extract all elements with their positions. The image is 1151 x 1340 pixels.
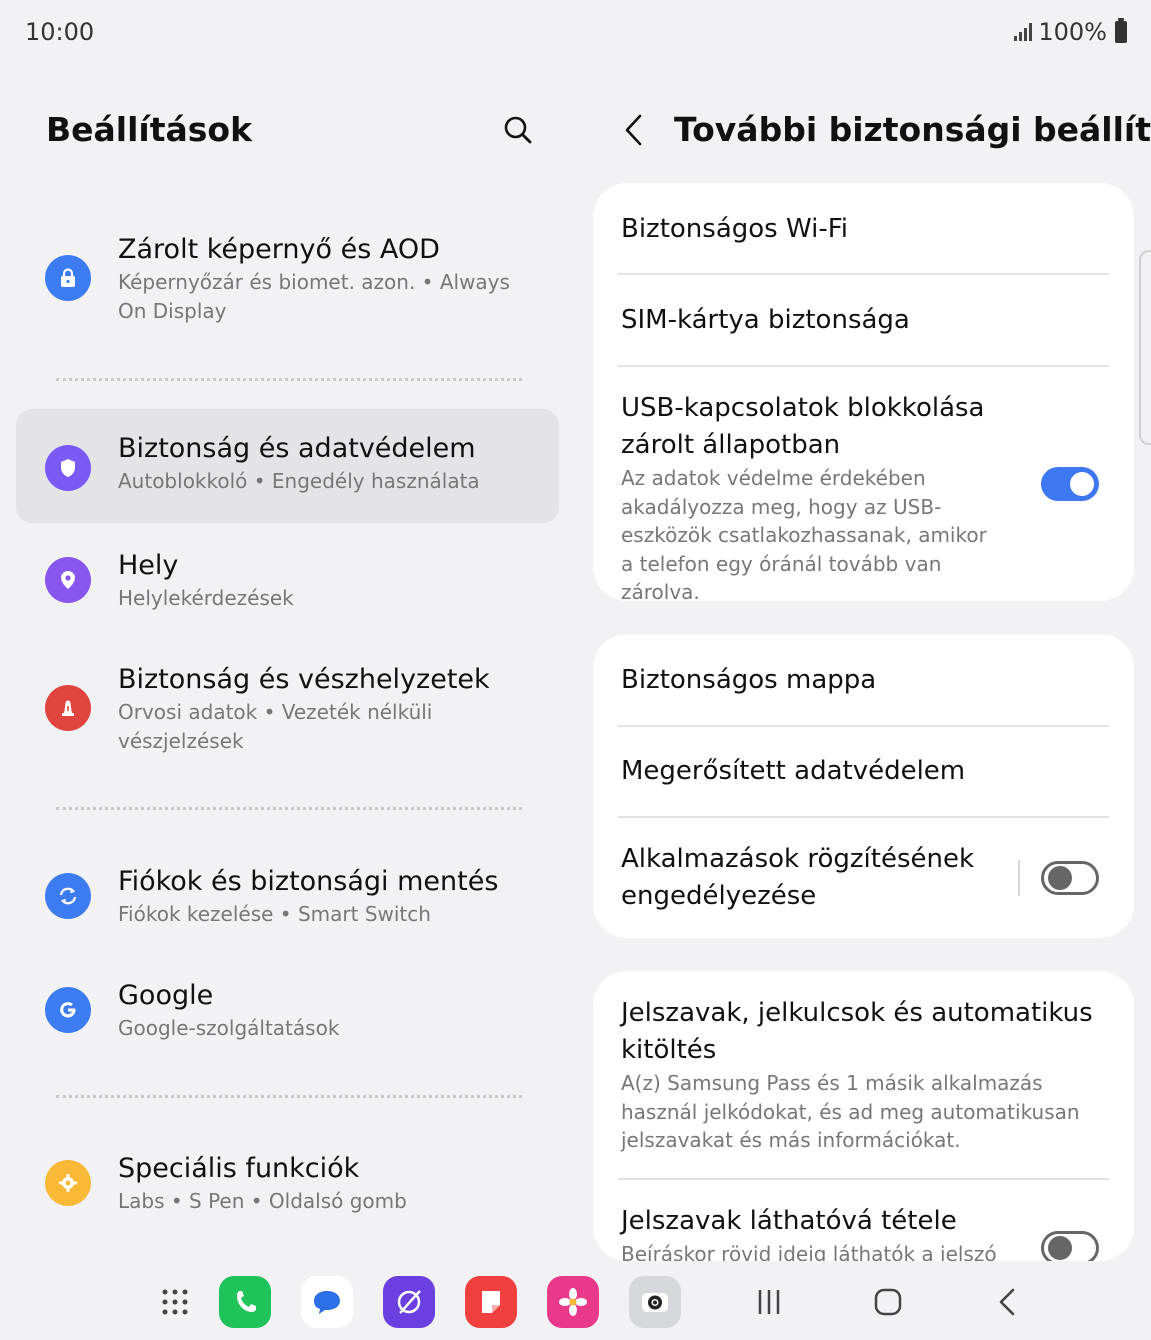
home-icon[interactable] — [870, 1284, 906, 1320]
settings-item-title: Fiókok és biztonsági mentés — [118, 866, 499, 897]
security-card-1: Biztonságos Wi-Fi SIM-kártya biztonsága … — [593, 183, 1134, 601]
passwords-autofill-item[interactable]: Jelszavak, jelkulcsok és automatikus kit… — [621, 995, 1104, 1155]
page-title: Beállítások — [46, 110, 253, 149]
settings-item-title: Speciális funkciók — [118, 1153, 360, 1184]
divider — [618, 816, 1109, 818]
settings-item-subtitle: Orvosi adatok • Vezeték nélküli vészjelz… — [118, 700, 433, 753]
google-icon — [45, 987, 91, 1033]
item-description: A(z) Samsung Pass és 1 másik alkalmazás … — [621, 1071, 1080, 1152]
divider — [618, 273, 1109, 275]
emergency-icon — [45, 685, 91, 731]
item-description: Az adatok védelme érdekében akadályozza … — [621, 466, 987, 601]
sim-security-item[interactable]: SIM-kártya biztonsága — [621, 302, 1110, 339]
status-time: 10:00 — [25, 18, 95, 46]
back-icon[interactable] — [990, 1284, 1024, 1320]
gallery-app-icon[interactable] — [547, 1276, 599, 1328]
signal-icon — [1014, 23, 1033, 41]
item-description: Beíráskor rövid ideig láthatók a jelszó — [621, 1242, 997, 1261]
settings-item-subtitle: Fiókok kezelése • Smart Switch — [118, 902, 431, 926]
item-title: Jelszavak láthatóvá tétele — [621, 1206, 957, 1236]
settings-item-title: Biztonság és adatvédelem — [118, 433, 476, 464]
enhanced-privacy-item[interactable]: Megerősített adatvédelem — [621, 753, 1110, 790]
show-passwords-item[interactable]: Jelszavak láthatóvá tétele Beíráskor röv… — [621, 1203, 1004, 1261]
item-title: Biztonságos Wi-Fi — [621, 214, 849, 244]
status-icons: 100% — [1014, 18, 1127, 46]
search-button[interactable] — [496, 108, 540, 152]
battery-icon — [1115, 18, 1127, 43]
group-divider — [56, 1095, 522, 1098]
vertical-separator — [1018, 860, 1020, 896]
item-title: USB-kapcsolatok blokkolása zárolt állapo… — [621, 393, 985, 460]
sync-icon — [45, 873, 91, 919]
settings-item-title: Hely — [118, 550, 179, 581]
status-bar: 10:00 100% — [0, 0, 1151, 66]
settings-item-lock-screen[interactable]: Zárolt képernyő és AOD Képernyőzár és bi… — [16, 232, 559, 342]
settings-item-security-privacy[interactable]: Biztonság és adatvédelem Autoblokkoló • … — [16, 409, 559, 523]
settings-item-subtitle: Google-szolgáltatások — [118, 1016, 340, 1040]
settings-item-location[interactable]: Hely Helylekérdezések — [16, 548, 559, 628]
item-title: Jelszavak, jelkulcsok és automatikus kit… — [621, 998, 1093, 1065]
scroll-handle[interactable] — [1139, 250, 1151, 445]
app-pinning-toggle[interactable] — [1041, 861, 1099, 895]
settings-item-advanced-features[interactable]: Speciális funkciók Labs • S Pen • Oldals… — [16, 1151, 559, 1231]
divider — [618, 725, 1109, 727]
usb-block-item[interactable]: USB-kapcsolatok blokkolása zárolt állapo… — [621, 390, 1004, 601]
settings-item-subtitle: Labs • S Pen • Oldalsó gomb — [118, 1189, 407, 1213]
settings-item-title: Biztonság és vészhelyzetek — [118, 664, 490, 695]
security-card-2: Biztonságos mappa Megerősített adatvédel… — [593, 634, 1134, 938]
location-pin-icon — [45, 557, 91, 603]
lock-icon — [45, 255, 91, 301]
recents-icon[interactable] — [752, 1284, 786, 1320]
messages-app-icon[interactable] — [301, 1276, 353, 1328]
show-passwords-toggle[interactable] — [1041, 1231, 1099, 1261]
camera-app-icon[interactable] — [629, 1276, 681, 1328]
group-divider — [56, 378, 522, 381]
settings-item-title: Google — [118, 980, 214, 1011]
battery-percent: 100% — [1038, 18, 1107, 46]
settings-item-subtitle: Autoblokkoló • Engedély használata — [118, 469, 480, 493]
chevron-left-icon — [625, 114, 642, 146]
divider — [618, 365, 1109, 367]
divider — [618, 1178, 1109, 1180]
item-title: Alkalmazások rögzítésének engedélyezése — [621, 844, 975, 911]
group-divider — [56, 807, 522, 810]
settings-item-accounts-backup[interactable]: Fiókok és biztonsági mentés Fiókok kezel… — [16, 864, 559, 944]
secure-wifi-item[interactable]: Biztonságos Wi-Fi — [621, 211, 1110, 248]
navigation-bar — [0, 1262, 1151, 1340]
back-button[interactable] — [612, 108, 656, 152]
search-icon — [504, 116, 532, 144]
usb-block-toggle[interactable] — [1041, 467, 1099, 501]
settings-item-google[interactable]: Google Google-szolgáltatások — [16, 978, 559, 1058]
secure-folder-item[interactable]: Biztonságos mappa — [621, 662, 1110, 699]
item-title: Megerősített adatvédelem — [621, 756, 966, 786]
settings-item-subtitle: Képernyőzár és biomet. azon. • Always On… — [118, 270, 510, 323]
settings-item-subtitle: Helylekérdezések — [118, 586, 294, 610]
detail-title: További biztonsági beállít... — [674, 110, 1151, 149]
app-pinning-item[interactable]: Alkalmazások rögzítésének engedélyezése — [621, 841, 984, 915]
internet-app-icon[interactable] — [383, 1276, 435, 1328]
shield-icon — [45, 445, 91, 491]
advanced-features-icon — [45, 1160, 91, 1206]
apps-grid-icon[interactable] — [149, 1276, 201, 1328]
item-title: SIM-kártya biztonsága — [621, 305, 910, 335]
settings-item-safety-emergency[interactable]: Biztonság és vészhelyzetek Orvosi adatok… — [16, 662, 559, 772]
phone-app-icon[interactable] — [219, 1276, 271, 1328]
security-card-3: Jelszavak, jelkulcsok és automatikus kit… — [593, 971, 1134, 1261]
item-title: Biztonságos mappa — [621, 665, 877, 695]
settings-item-title: Zárolt képernyő és AOD — [118, 234, 440, 265]
notes-app-icon[interactable] — [465, 1276, 517, 1328]
